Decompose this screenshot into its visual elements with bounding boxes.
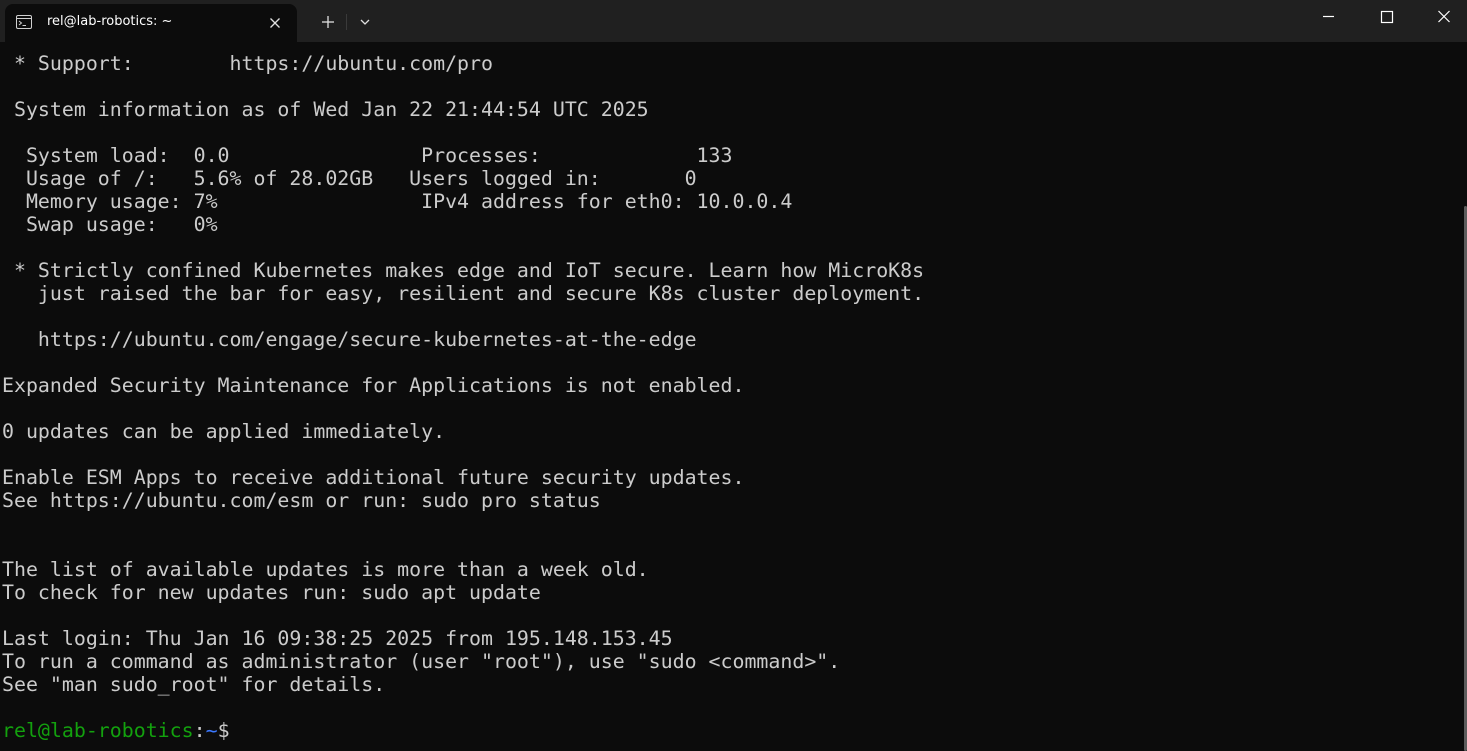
chevron-down-icon (360, 19, 370, 25)
terminal-icon (16, 15, 32, 29)
terminal-line: To run a command as administrator (user … (2, 650, 841, 673)
title-bar[interactable]: rel@lab-robotics: ~ (0, 0, 1467, 42)
close-icon (1438, 10, 1450, 23)
scrollbar[interactable] (1453, 42, 1467, 751)
terminal-line: Memory usage: 7% IPv4 address for eth0: … (2, 190, 793, 213)
plus-icon (322, 16, 334, 28)
prompt-path: ~ (205, 719, 218, 742)
terminal-output[interactable]: * Support: https://ubuntu.com/pro System… (0, 42, 1467, 751)
terminal-line: See https://ubuntu.com/esm or run: sudo … (2, 489, 601, 512)
minimize-button[interactable] (1300, 0, 1358, 34)
terminal-line: Usage of /: 5.6% of 28.02GB Users logged… (2, 167, 697, 190)
terminal-line: * Strictly confined Kubernetes makes edg… (2, 259, 925, 282)
terminal-line: just raised the bar for easy, resilient … (2, 282, 925, 305)
terminal-line: Swap usage: 0% (2, 213, 218, 236)
maximize-icon (1380, 10, 1394, 24)
terminal-line: Expanded Security Maintenance for Applic… (2, 374, 745, 397)
shell-prompt[interactable]: rel@lab-robotics:~$ (2, 719, 240, 742)
terminal-line: The list of available updates is more th… (2, 558, 649, 581)
text-cursor (230, 721, 240, 741)
close-window-button[interactable] (1409, 0, 1467, 34)
titlebar-divider (346, 14, 347, 30)
tab-title: rel@lab-robotics: ~ (47, 14, 173, 29)
prompt-user-host: rel@lab-robotics (2, 719, 194, 742)
minimize-icon (1323, 15, 1334, 18)
terminal-line: 0 updates can be applied immediately. (2, 420, 446, 443)
terminal-line: See "man sudo_root" for details. (2, 673, 386, 696)
maximize-button[interactable] (1358, 0, 1416, 34)
prompt-symbol: $ (217, 719, 230, 742)
terminal-line: To check for new updates run: sudo apt u… (2, 581, 541, 604)
terminal-tab[interactable]: rel@lab-robotics: ~ (5, 4, 297, 42)
terminal-line: System load: 0.0 Processes: 133 (2, 144, 733, 167)
terminal-line: Enable ESM Apps to receive additional fu… (2, 466, 745, 489)
terminal-line: * Support: https://ubuntu.com/pro (2, 52, 493, 75)
new-tab-dropdown-button[interactable] (352, 9, 378, 35)
terminal-line: Last login: Thu Jan 16 09:38:25 2025 fro… (2, 627, 673, 650)
terminal-line: System information as of Wed Jan 22 21:4… (2, 98, 649, 121)
tab-close-icon[interactable] (265, 13, 285, 33)
terminal-line: https://ubuntu.com/engage/secure-kuberne… (2, 328, 697, 351)
prompt-separator: : (193, 719, 206, 742)
new-tab-button[interactable] (315, 9, 341, 35)
terminal-window: rel@lab-robotics: ~ * Support: https://u… (0, 0, 1467, 751)
